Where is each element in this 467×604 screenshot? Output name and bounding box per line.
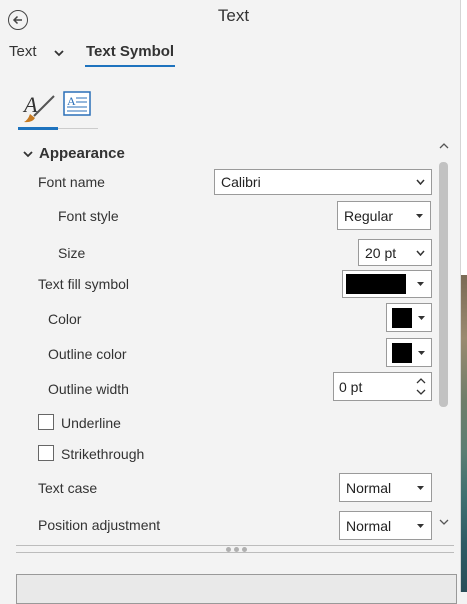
color-label: Color: [48, 311, 82, 327]
font-name-label: Font name: [38, 174, 105, 190]
map-image: [461, 275, 467, 592]
subtab-indicator: [18, 127, 58, 130]
subtab-divider: [58, 128, 98, 129]
appearance-section-header[interactable]: Appearance: [22, 145, 125, 162]
color-swatch: [392, 308, 412, 328]
outline-color-label: Outline color: [48, 346, 127, 362]
color-picker[interactable]: [386, 303, 432, 332]
text-brush-icon[interactable]: A: [20, 90, 60, 126]
position-adjustment-label: Position adjustment: [38, 517, 161, 533]
chevron-down-icon: [23, 150, 33, 157]
chevron-down-icon: [416, 179, 425, 185]
text-frame-icon[interactable]: A: [63, 91, 91, 117]
section-title: Appearance: [39, 145, 125, 162]
underline-checkbox[interactable]: [38, 414, 54, 430]
tab-text[interactable]: Text: [9, 43, 37, 60]
chevron-down-icon: [416, 250, 425, 256]
font-style-dropdown[interactable]: Regular: [337, 201, 431, 230]
tab-text-symbol[interactable]: Text Symbol: [86, 43, 174, 60]
fill-swatch: [346, 274, 406, 294]
outline-color-picker[interactable]: [386, 338, 432, 367]
caret-down-icon: [417, 485, 424, 490]
caret-down-icon: [418, 351, 425, 355]
underline-label[interactable]: Underline: [61, 415, 121, 431]
font-name-value: Calibri: [221, 174, 261, 190]
caret-down-icon: [417, 523, 424, 528]
caret-down-icon: [418, 316, 425, 320]
outline-color-swatch: [392, 343, 412, 363]
size-combobox[interactable]: 20 pt: [358, 239, 432, 266]
outline-width-label: Outline width: [48, 381, 129, 397]
position-adjustment-dropdown[interactable]: Normal: [339, 511, 432, 540]
font-name-dropdown[interactable]: Calibri: [214, 169, 432, 195]
scroll-up-arrow-icon[interactable]: [439, 142, 449, 150]
text-fill-symbol-label: Text fill symbol: [38, 276, 130, 292]
splitter-line: [16, 545, 454, 546]
strikethrough-label[interactable]: Strikethrough: [61, 446, 144, 462]
scrollbar-thumb[interactable]: [439, 162, 448, 407]
symbol-preview: [16, 574, 457, 604]
text-case-label: Text case: [38, 480, 98, 496]
text-case-dropdown[interactable]: Normal: [339, 473, 432, 502]
caret-down-icon: [417, 282, 424, 286]
size-value: 20 pt: [365, 244, 397, 261]
font-style-value: Regular: [344, 207, 394, 224]
svg-text:A: A: [67, 94, 76, 108]
outline-width-spinner[interactable]: 0 pt: [333, 372, 432, 401]
active-tab-indicator: [85, 65, 175, 67]
chevron-down-icon[interactable]: [52, 46, 66, 60]
chevron-down-icon[interactable]: [416, 389, 426, 395]
position-adjustment-value: Normal: [346, 517, 392, 534]
text-case-value: Normal: [346, 479, 392, 496]
splitter-line: [16, 552, 454, 553]
text-fill-symbol-picker[interactable]: [342, 270, 432, 298]
font-style-label: Font style: [58, 208, 119, 224]
chevron-up-icon[interactable]: [416, 378, 426, 384]
pane-title: Text: [217, 6, 250, 25]
size-label: Size: [58, 245, 86, 261]
strikethrough-checkbox[interactable]: [38, 445, 54, 461]
outline-width-value: 0 pt: [339, 378, 363, 395]
scroll-down-arrow-icon[interactable]: [439, 518, 449, 526]
caret-down-icon: [416, 213, 423, 218]
